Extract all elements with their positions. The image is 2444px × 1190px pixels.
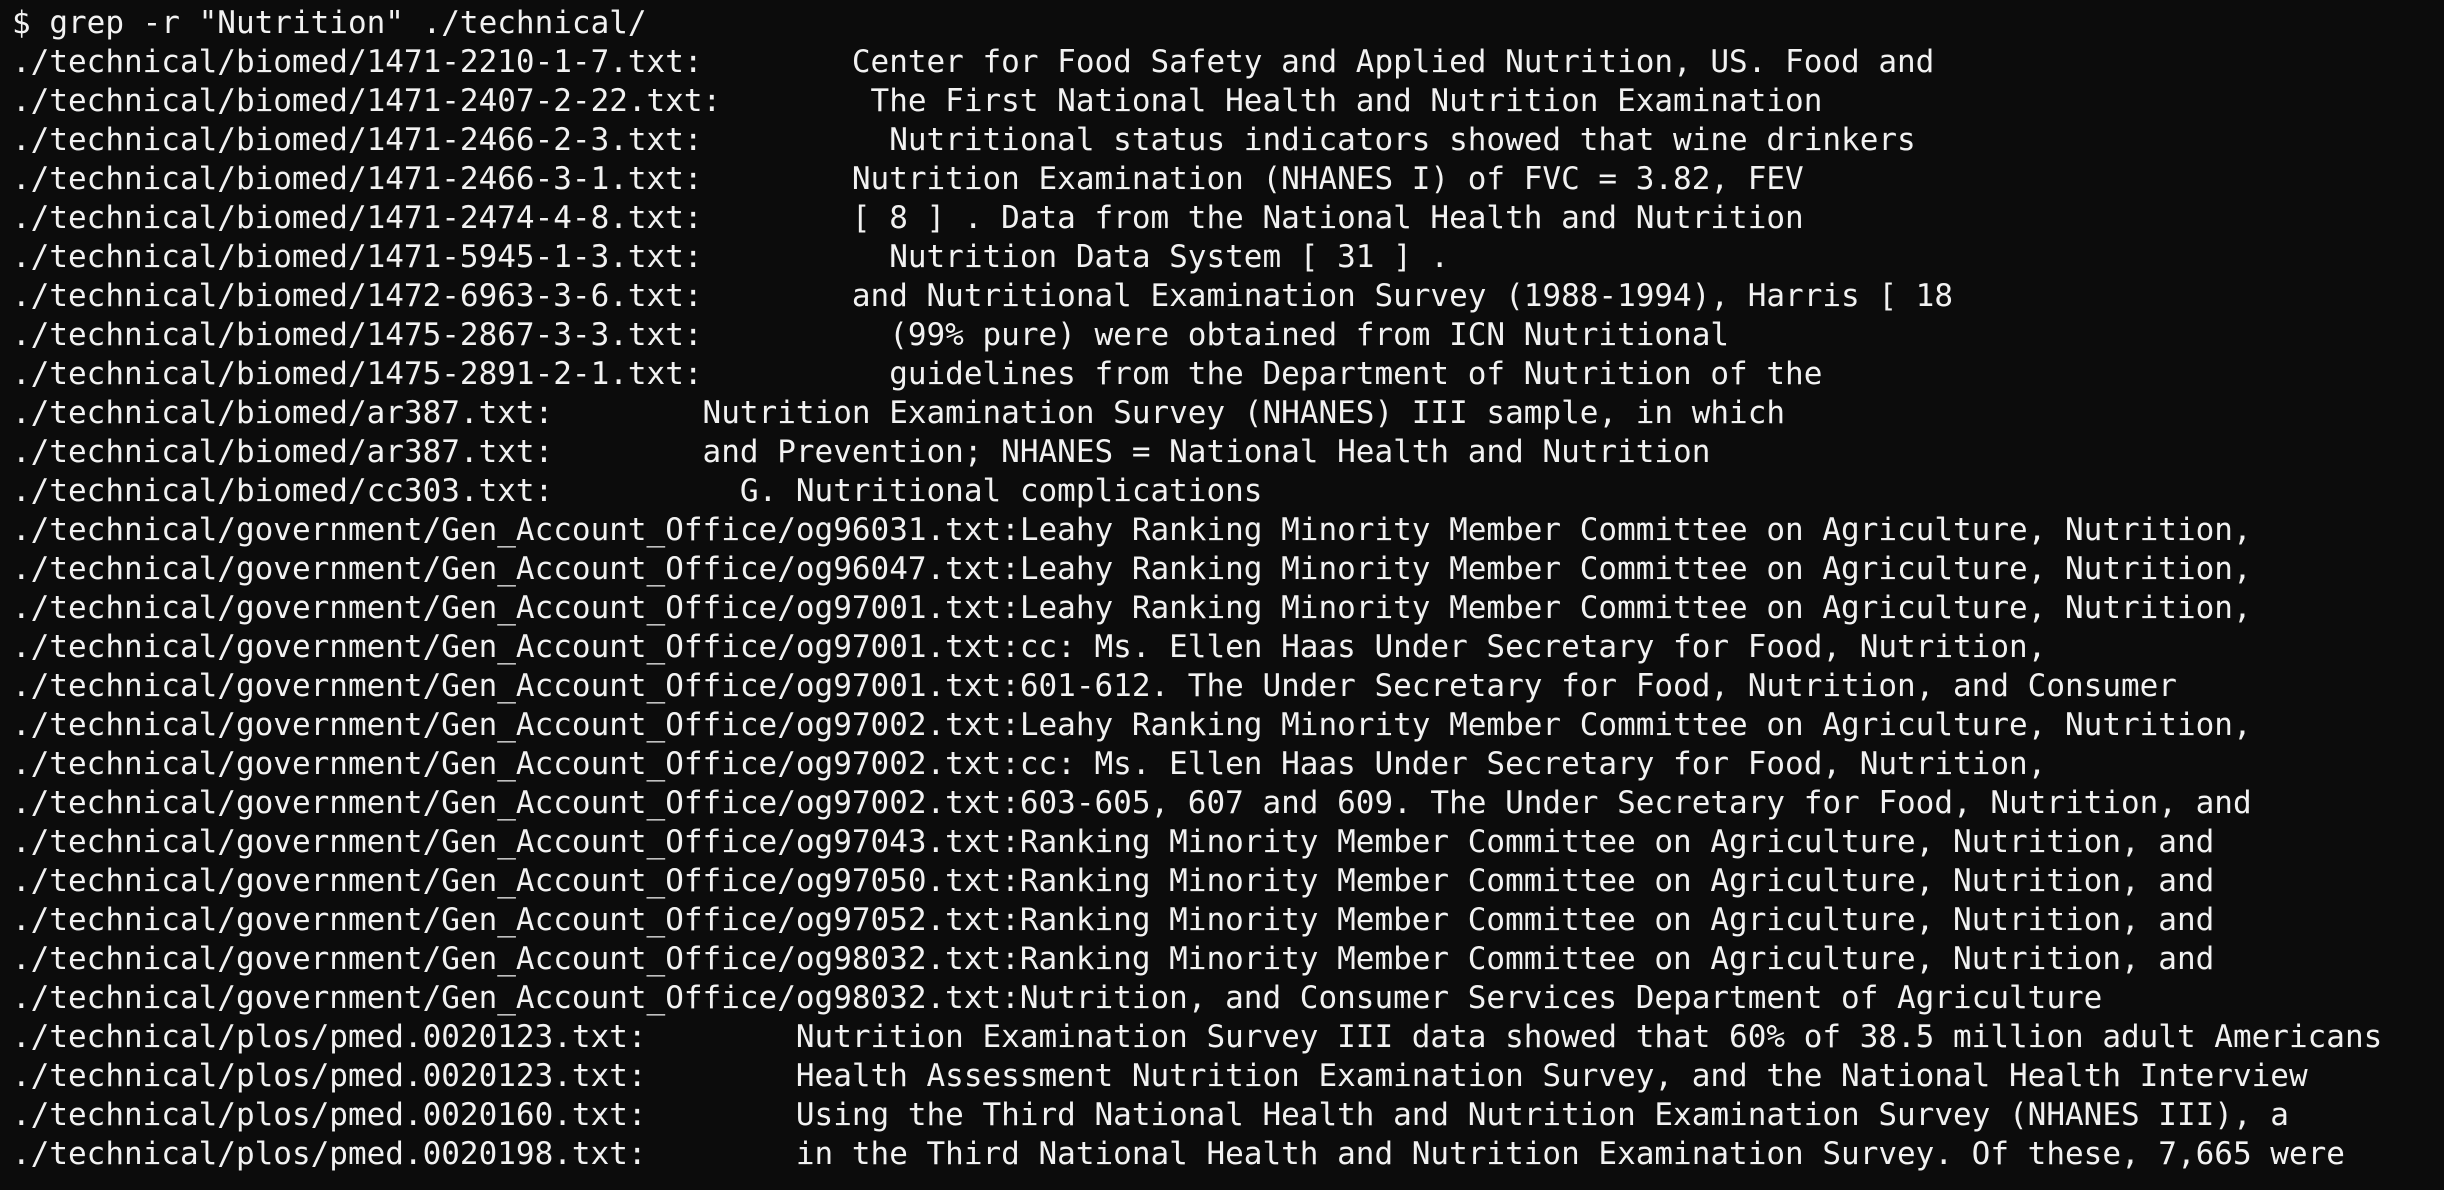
output-line: ./technical/biomed/ar387.txt: Nutrition … [12,395,1786,431]
output-line: ./technical/biomed/1471-2474-4-8.txt: [ … [12,200,1804,236]
output-line: ./technical/biomed/1472-6963-3-6.txt: an… [12,278,1954,314]
command-prompt-line: $ grep -r "Nutrition" ./technical/ [12,5,647,41]
output-line: ./technical/biomed/1471-2466-3-1.txt: Nu… [12,161,1804,197]
output-line: ./technical/government/Gen_Account_Offic… [12,707,2252,743]
output-line: ./technical/government/Gen_Account_Offic… [12,551,2252,587]
output-line: ./technical/biomed/1471-5945-1-3.txt: Nu… [12,239,1450,275]
output-line: ./technical/biomed/ar387.txt: and Preven… [12,434,1711,470]
output-line: ./technical/government/Gen_Account_Offic… [12,590,2252,626]
output-line: ./technical/government/Gen_Account_Offic… [12,746,2047,782]
output-line: ./technical/government/Gen_Account_Offic… [12,980,2103,1016]
output-line: ./technical/biomed/1475-2867-3-3.txt: (9… [12,317,1730,353]
output-line: ./technical/government/Gen_Account_Offic… [12,941,2215,977]
output-line: ./technical/biomed/1475-2891-2-1.txt: gu… [12,356,1823,392]
output-line: ./technical/government/Gen_Account_Offic… [12,863,2215,899]
output-line: ./technical/government/Gen_Account_Offic… [12,902,2215,938]
output-line: ./technical/government/Gen_Account_Offic… [12,668,2177,704]
terminal-window[interactable]: $ grep -r "Nutrition" ./technical/ ./tec… [0,0,2444,1190]
output-line: ./technical/plos/pmed.0020160.txt: Using… [12,1097,2289,1133]
output-line: ./technical/government/Gen_Account_Offic… [12,824,2215,860]
output-line: ./technical/plos/pmed.0020123.txt: Nutri… [12,1019,2383,1055]
output-line: ./technical/biomed/1471-2407-2-22.txt: T… [12,83,1823,119]
output-line: ./technical/plos/pmed.0020123.txt: Healt… [12,1058,2308,1094]
output-line: ./technical/biomed/1471-2466-2-3.txt: Nu… [12,122,1916,158]
output-line: ./technical/biomed/1471-2210-1-7.txt: Ce… [12,44,1935,80]
output-line: ./technical/biomed/cc303.txt: G. Nutriti… [12,473,1263,509]
output-line: ./technical/government/Gen_Account_Offic… [12,512,2252,548]
output-line: ./technical/government/Gen_Account_Offic… [12,785,2252,821]
output-line: ./technical/plos/pmed.0020198.txt: in th… [12,1136,2345,1172]
output-line: ./technical/government/Gen_Account_Offic… [12,629,2047,665]
